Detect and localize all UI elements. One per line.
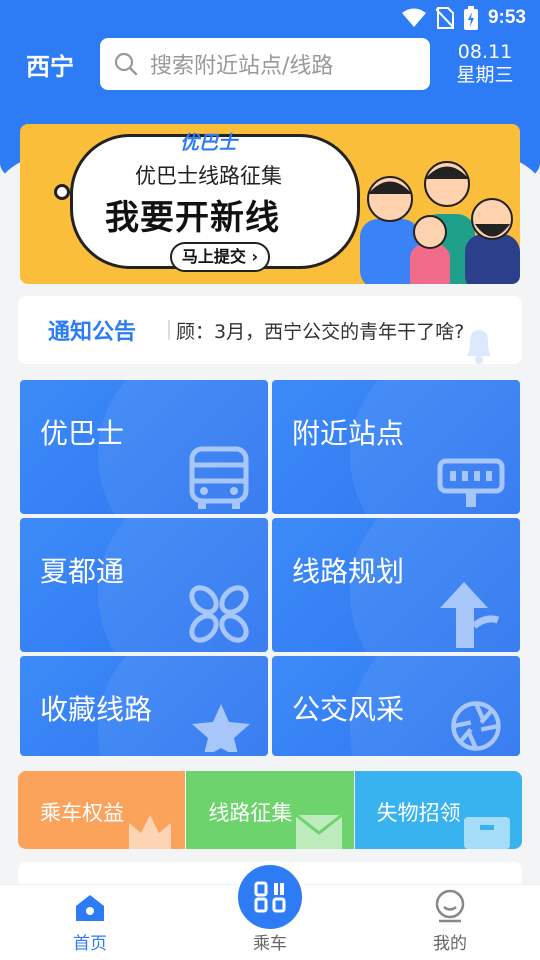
date-text: 08.11 [457,41,513,63]
qr-code-icon [254,881,286,913]
status-time: 9:53 [487,7,526,28]
crowd-illustration [360,161,520,284]
banner-subtitle: 优巴士线路征集 [135,164,282,188]
no-sim-icon [435,7,454,29]
tile-nearby-stops[interactable]: 附近站点 [272,380,520,514]
weekday-text: 星期三 [456,64,514,86]
route-arrow-icon [440,582,500,648]
mail-icon [294,813,343,849]
strip-ride-benefits[interactable]: 乘车权益 [18,771,186,849]
strip-lost-and-found[interactable]: 失物招领 [354,771,522,849]
user-profile-icon [435,889,465,923]
ride-button[interactable] [234,861,306,933]
tile-label: 线路规划 [292,555,405,588]
function-grid: 优巴士 附近站点 夏都通 线路规划 收藏线路 公交风采 [20,380,520,757]
banner-headline: 我要开新线 [105,198,280,238]
bus-icon [189,446,249,509]
tile-label: 优巴士 [40,417,125,450]
bell-icon [467,330,491,364]
tab-mine[interactable]: 我的 [360,885,540,960]
tile-route-planning[interactable]: 线路规划 [272,518,520,652]
tab-home[interactable]: 首页 [0,885,180,960]
wifi-icon [401,8,426,27]
notice-divider [168,320,170,340]
banner-submit-button[interactable]: 马上提交 › [170,242,270,272]
tab-mine-label: 我的 [433,934,467,954]
strip-label: 线路征集 [208,801,293,825]
tile-xiadutong[interactable]: 夏都通 [20,518,268,652]
date-display: 08.11 星期三 [430,41,540,87]
strip-label: 失物招领 [376,801,461,825]
bus-stop-sign-icon [437,458,505,507]
banner-brand-logo: 优巴士 [180,132,238,154]
tile-youbus[interactable]: 优巴士 [20,380,268,514]
notice-text: 顾：3月，西宁公交的青年干了啥? [176,320,465,343]
tile-favorite-routes[interactable]: 收藏线路 [20,656,268,756]
promo-banner[interactable]: 优巴士 优巴士线路征集 我要开新线 马上提交 › [20,124,520,284]
star-icon [192,704,250,752]
home-icon [76,895,104,921]
search-placeholder: 搜索附近站点/线路 [150,54,334,79]
tile-label: 公交风采 [292,693,405,726]
notice-label: 通知公告 [48,320,137,345]
city-selector[interactable]: 西宁 [0,47,100,82]
flower-icon [189,585,249,643]
tile-label: 收藏线路 [40,693,153,726]
camera-aperture-icon [451,701,501,751]
status-bar: 9:53 [0,0,540,36]
search-box[interactable]: 搜索附近站点/线路 [100,38,430,90]
tab-home-label: 首页 [73,934,107,954]
banner-dot [54,184,70,200]
battery-icon [463,6,478,30]
box-icon [463,817,510,849]
tile-bus-gallery[interactable]: 公交风采 [272,656,520,756]
strip-label: 乘车权益 [40,801,124,825]
top-bar: 西宁 搜索附近站点/线路 08.11 星期三 [0,36,540,92]
strip-route-collection[interactable]: 线路征集 [185,771,355,849]
crown-icon [129,815,172,849]
search-icon [114,52,138,76]
bottom-tab-bar: 首页 乘车 我的 [0,861,540,960]
quick-strip: 乘车权益 线路征集 失物招领 [18,771,522,849]
tile-label: 附近站点 [292,417,405,450]
tab-ride[interactable]: 乘车 [180,861,360,960]
tile-label: 夏都通 [40,555,125,588]
notice-bar[interactable]: 通知公告 顾：3月，西宁公交的青年干了啥? [18,296,522,364]
